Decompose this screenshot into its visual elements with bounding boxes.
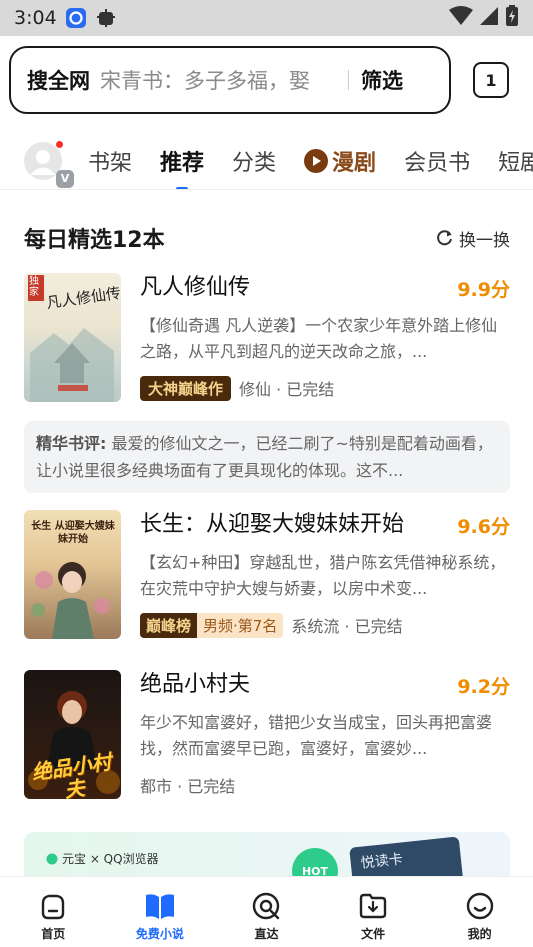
banner-brand: 元宝 × QQ浏览器: [46, 850, 159, 867]
book-score: 9.2分: [457, 676, 510, 698]
tab-comic-drama-label: 漫剧: [332, 150, 377, 176]
book-score: 9.9分: [457, 279, 510, 301]
status-time: 3:04: [14, 7, 57, 29]
refresh-button[interactable]: 换一换: [436, 226, 510, 251]
folder-download-icon: [359, 893, 387, 919]
book-title[interactable]: 长生：从迎娶大嫂妹妹开始: [140, 510, 510, 540]
tab-short-drama[interactable]: 短剧: [498, 145, 533, 177]
nav-profile-label: 我的: [467, 927, 492, 941]
search-input[interactable]: 宋青书：多子多福，娶: [100, 65, 340, 95]
bottom-nav: 首页 免费小说 直达 文件 我的: [0, 876, 533, 947]
nav-files[interactable]: 文件: [320, 877, 427, 947]
vip-badge: V: [56, 169, 74, 188]
nav-free-novels[interactable]: 免费小说: [107, 877, 214, 947]
book-meta: 都市 · 已完结: [140, 777, 236, 796]
nav-files-label: 文件: [361, 927, 386, 941]
rank-badge-name: 巅峰榜: [140, 612, 198, 638]
book-item[interactable]: 独家 凡人修仙传 凡人修仙传 9.9分 【修仙奇遇 凡人逆袭】一个农家少年意外踏…: [24, 273, 510, 403]
nav-direct[interactable]: 直达: [213, 877, 320, 947]
nav-home-label: 首页: [41, 927, 66, 941]
book-title[interactable]: 绝品小村夫: [140, 670, 510, 700]
book-cover[interactable]: 长生 从迎娶大嫂妹妹开始: [24, 510, 121, 639]
filter-button[interactable]: 筛选: [361, 65, 403, 95]
book-description: 年少不知富婆好，错把少女当成宝，回头再把富婆找，然而富婆早已跑，富婆好，富婆妙.…: [140, 713, 493, 758]
book-meta: 修仙 · 已完结: [239, 380, 335, 399]
status-icons: [449, 5, 519, 31]
section-title: 每日精选12本: [24, 228, 165, 253]
book-badge: 大神巅峰作: [140, 375, 232, 401]
tab-bookshelf[interactable]: 书架: [88, 145, 132, 177]
book-item[interactable]: 长生 从迎娶大嫂妹妹开始 长生：从迎娶大嫂妹妹开始 9.6分 【玄幻+种田】穿越…: [24, 510, 510, 640]
book-info: 绝品小村夫 9.2分 年少不知富婆好，错把少女当成宝，回头再把富婆找，然而富婆早…: [140, 670, 510, 798]
notification-dot: [55, 139, 64, 149]
cover-tag: 独家: [29, 276, 39, 298]
book-info: 长生：从迎娶大嫂妹妹开始 9.6分 【玄幻+种田】穿越乱世，猎户陈玄凭借神秘系统…: [140, 510, 510, 638]
rank-badge-position: 男频·第7名: [197, 612, 284, 638]
book-tags: 巅峰榜 男频·第7名 系统流 · 已完结: [140, 612, 510, 638]
refresh-label: 换一换: [459, 230, 510, 251]
book-info: 凡人修仙传 9.9分 【修仙奇遇 凡人逆袭】一个农家少年意外踏上修仙之路，从平凡…: [140, 273, 510, 401]
tab-recommend[interactable]: 推荐: [160, 145, 204, 177]
nav-direct-label: 直达: [254, 927, 279, 941]
status-bar: 3:04: [0, 0, 533, 36]
nav-home[interactable]: 首页: [0, 877, 107, 947]
search-box[interactable]: 搜全网 宋青书：多子多福，娶 筛选: [9, 46, 451, 114]
home-icon: [42, 894, 65, 920]
yuanbao-icon: [46, 853, 58, 864]
search-row: 搜全网 宋青书：多子多福，娶 筛选 1: [9, 46, 524, 114]
book-description: 【玄幻+种田】穿越乱世，猎户陈玄凭借神秘系统，在灾荒中守护大嫂与娇妻，以房中术变…: [140, 553, 506, 598]
category-tabs: V 书架 推荐 分类 漫剧 会员书 短剧: [0, 132, 533, 190]
book-tags: 大神巅峰作 修仙 · 已完结: [140, 375, 510, 401]
book-tags: 都市 · 已完结: [140, 772, 510, 798]
book-cover[interactable]: 绝品小村夫: [24, 670, 121, 799]
search-scope-label[interactable]: 搜全网: [27, 65, 90, 95]
bug-icon: [95, 7, 117, 29]
tab-category[interactable]: 分类: [232, 145, 276, 177]
book-score: 9.6分: [457, 516, 510, 538]
banner-brand-text: 元宝 × QQ浏览器: [62, 852, 159, 866]
tab-vip-books[interactable]: 会员书: [404, 145, 470, 177]
browser-app-icon: [65, 7, 87, 29]
book-item[interactable]: 绝品小村夫 绝品小村夫 9.2分 年少不知富婆好，错把少女当成宝，回头再把富婆找…: [24, 670, 510, 800]
book-meta: 系统流 · 已完结: [291, 617, 403, 636]
search-divider: [348, 70, 349, 90]
battery-icon: [505, 5, 519, 31]
tab-count-button[interactable]: 1: [473, 62, 509, 98]
direct-icon: [253, 892, 280, 920]
play-icon: [304, 148, 329, 173]
book-icon: [145, 894, 174, 919]
smiley-icon: [466, 892, 493, 920]
avatar[interactable]: V: [24, 139, 74, 188]
section-header: 每日精选12本 换一换: [24, 222, 510, 254]
nav-free-novels-label: 免费小说: [135, 927, 184, 941]
book-cover[interactable]: 独家 凡人修仙传: [24, 273, 121, 402]
rank-badge[interactable]: 巅峰榜 男频·第7名: [140, 612, 284, 638]
cover-title: 长生 从迎娶大嫂妹妹开始: [31, 521, 115, 545]
review-label: 精华书评:: [36, 434, 107, 453]
book-review[interactable]: 精华书评: 最爱的修仙文之一，已经二刷了~特别是配着动画看，让小说里很多经典场面…: [24, 421, 510, 493]
book-description: 【修仙奇遇 凡人逆袭】一个农家少年意外踏上修仙之路，从平凡到超凡的逆天改命之旅，…: [140, 316, 498, 361]
book-title[interactable]: 凡人修仙传: [140, 273, 510, 303]
nav-profile[interactable]: 我的: [426, 877, 533, 947]
tab-comic-drama[interactable]: 漫剧: [304, 145, 376, 177]
refresh-icon: [437, 230, 452, 246]
signal-icon: [479, 6, 499, 30]
wifi-icon: [449, 6, 473, 30]
